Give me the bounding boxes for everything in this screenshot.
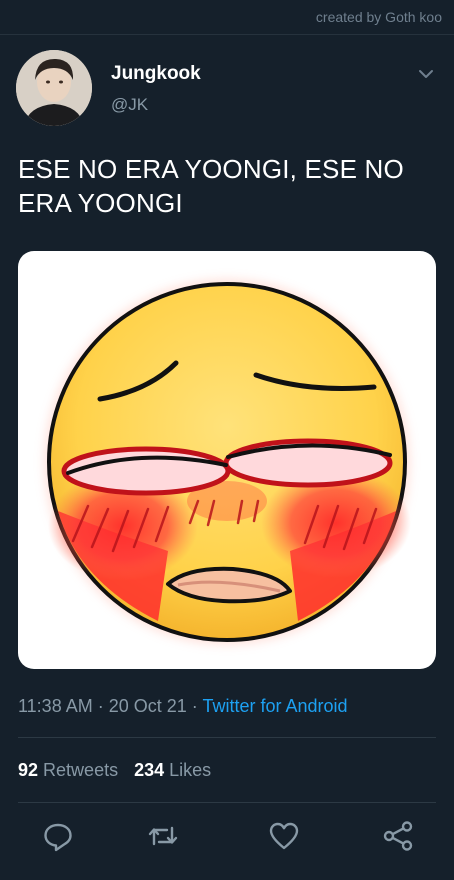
meta-separator: · — [186, 696, 203, 716]
likes-label: Likes — [169, 760, 212, 780]
avatar[interactable] — [16, 50, 92, 126]
divider — [18, 802, 436, 803]
tweet-date: 20 Oct 21 — [108, 696, 187, 716]
tweet-actions — [0, 818, 454, 858]
chevron-down-icon[interactable] — [416, 64, 436, 84]
tweet-media[interactable] — [18, 251, 436, 669]
user-handle[interactable]: @JK — [111, 95, 148, 115]
tweet-meta: 11:38 AM · 20 Oct 21 · Twitter for Andro… — [18, 696, 348, 717]
retweets-label: Retweets — [43, 760, 119, 780]
avatar-image — [16, 50, 92, 126]
display-name[interactable]: Jungkook — [111, 63, 201, 85]
blushing-emoji-image — [44, 279, 411, 645]
divider — [18, 737, 436, 738]
top-divider — [0, 34, 454, 35]
tweet-source-link[interactable]: Twitter for Android — [202, 696, 347, 716]
likes-count: 234 — [134, 760, 165, 780]
retweet-icon[interactable] — [145, 818, 181, 854]
retweets-stat[interactable]: 92 Retweets — [18, 760, 118, 780]
reply-icon[interactable] — [40, 818, 76, 854]
meta-separator: · — [92, 696, 109, 716]
tweet-text: ESE NO ERA YOONGI, ESE NO ERA YOONGI — [18, 154, 404, 218]
retweets-count: 92 — [18, 760, 39, 780]
share-icon[interactable] — [380, 818, 416, 854]
likes-stat[interactable]: 234 Likes — [134, 760, 211, 780]
tweet-stats: 92 Retweets 234 Likes — [18, 760, 211, 781]
heart-icon[interactable] — [266, 818, 302, 854]
tweet-header: Jungkook @JK — [16, 50, 438, 130]
watermark: created by Goth koo — [315, 9, 442, 25]
tweet-time: 11:38 AM — [18, 696, 93, 716]
